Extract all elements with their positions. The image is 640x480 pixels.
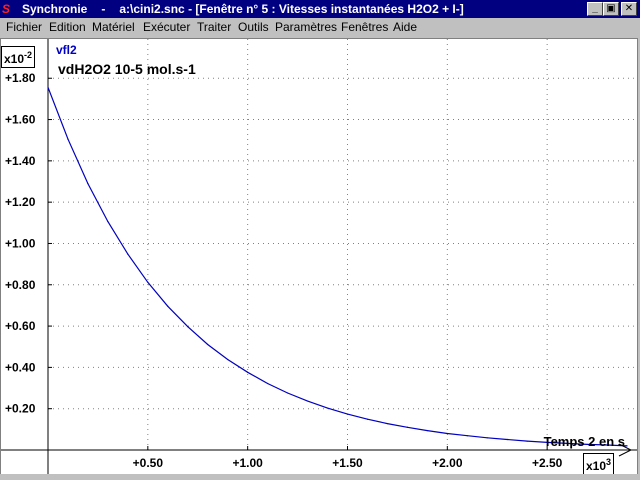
data-point <box>486 437 488 439</box>
title-separator: - <box>101 2 106 16</box>
x-tick-label: +2.00 <box>432 456 463 470</box>
data-point <box>107 220 109 223</box>
y-tick-label: +1.20 <box>5 195 36 209</box>
data-point <box>466 435 468 437</box>
y-tick-label: +1.40 <box>5 154 36 168</box>
menu-executer[interactable]: Exécuter <box>143 18 190 37</box>
data-point <box>47 86 49 88</box>
menu-fichier[interactable]: Fichier <box>6 18 42 37</box>
menu-edition[interactable]: Edition <box>49 18 86 37</box>
data-point <box>286 392 289 394</box>
data-point <box>366 418 369 420</box>
menu-traiter[interactable]: Traiter <box>197 18 231 37</box>
data-point <box>87 182 89 185</box>
x-tick-label: +1.00 <box>232 456 263 470</box>
x-tick-label: +2.50 <box>532 456 563 470</box>
data-point <box>306 400 309 402</box>
data-point <box>446 432 448 435</box>
y-multiplier-base: x10 <box>4 52 25 66</box>
data-point <box>147 281 149 283</box>
y-tick-label: +0.20 <box>5 402 36 416</box>
restore-button[interactable]: ▣ <box>603 2 619 16</box>
data-point <box>506 438 508 441</box>
data-point <box>187 326 189 328</box>
menu-bar: Fichier Edition Matériel Exécuter Traite… <box>0 18 640 37</box>
app-name: Synchronie <box>22 2 88 16</box>
x-axis-title: Temps 2 en s <box>544 434 625 449</box>
y-tick-label: +1.00 <box>5 236 36 250</box>
window-title: Synchronie - a:\cini2.snc - [Fenêtre n° 5 … <box>22 2 464 16</box>
y-tick-label: +0.80 <box>5 278 36 292</box>
data-point <box>386 422 389 425</box>
window-name: [Fenêtre n° 5 : Vitesses instantanées H2… <box>195 2 464 16</box>
plot-svg[interactable]: +0.20 +0.40 +0.60 +0.80 +1.00 +1.20 +1.40 +1.60… <box>1 39 637 475</box>
data-point <box>227 358 229 361</box>
y-tick-label: +0.60 <box>5 319 36 333</box>
data-point <box>127 253 129 255</box>
data-point <box>626 445 628 447</box>
y-tick-label: +0.40 <box>5 360 36 374</box>
series-label: vfl2 <box>56 43 77 57</box>
x-multiplier-base: x10 <box>586 459 607 473</box>
title-bar: S Synchronie - a:\cini2.snc - [Fenêtre n° … <box>0 0 640 18</box>
data-point <box>267 382 269 385</box>
y-tick-label: +1.80 <box>5 71 36 85</box>
x-multiplier-exponent: 3 <box>606 457 612 467</box>
status-strip <box>0 474 640 480</box>
x-tick-label: +0.50 <box>133 456 164 470</box>
x-multiplier-box[interactable]: x103 <box>583 453 615 475</box>
close-button[interactable]: ✕ <box>621 2 637 16</box>
minimize-button[interactable]: _ <box>587 2 603 16</box>
menu-outils[interactable]: Outils <box>238 18 269 37</box>
data-point <box>426 429 428 432</box>
series-line-vfl2 <box>47 87 628 447</box>
grid <box>48 39 637 450</box>
data-point <box>346 413 349 415</box>
y-tick-labels: +0.20 +0.40 +0.60 +0.80 +1.00 +1.20 +1.40 +1.60… <box>5 71 52 416</box>
file-name: a:\cini2.snc <box>119 2 185 16</box>
menu-parametres[interactable]: Paramètres <box>275 18 337 37</box>
y-axis-title: vdH2O2 10-5 mol.s-1 <box>58 61 196 77</box>
menu-materiel[interactable]: Matériel <box>92 18 135 37</box>
data-point <box>406 426 408 428</box>
data-point <box>167 305 169 307</box>
x-tick-label: +1.50 <box>332 456 363 470</box>
data-point <box>326 407 329 409</box>
data-point <box>247 371 249 373</box>
menu-fenetres[interactable]: Fenêtres <box>341 18 388 37</box>
chart-area[interactable]: +0.20 +0.40 +0.60 +0.80 +1.00 +1.20 +1.40 +1.60… <box>0 38 638 476</box>
y-multiplier-exponent: -2 <box>24 50 33 60</box>
data-point <box>67 138 69 140</box>
data-point <box>207 343 209 346</box>
y-tick-label: +1.60 <box>5 113 36 127</box>
series-layer <box>47 86 628 447</box>
menu-aide[interactable]: Aide <box>393 18 417 37</box>
y-multiplier-box[interactable]: x10-2 <box>1 46 36 68</box>
synchronie-app-icon[interactable]: S <box>2 1 18 17</box>
data-point <box>526 440 528 442</box>
